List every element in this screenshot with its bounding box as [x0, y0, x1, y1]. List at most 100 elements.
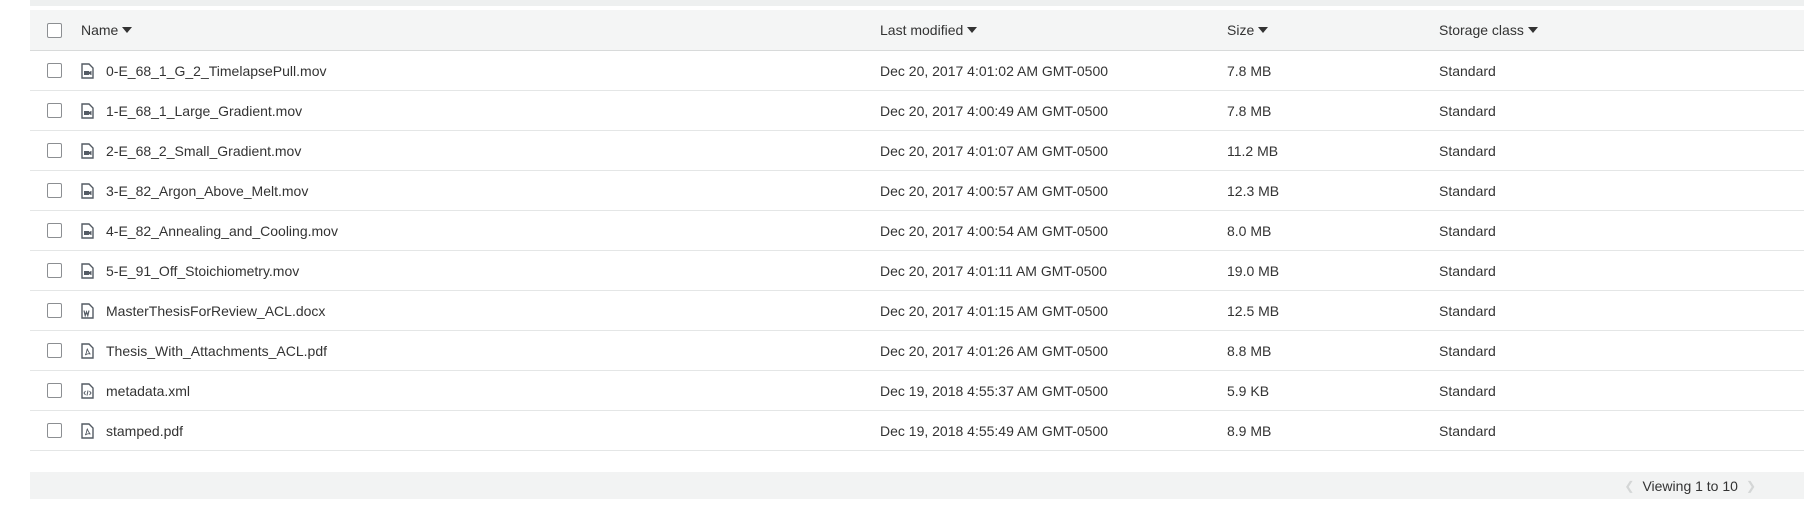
file-name-cell: 1-E_68_1_Large_Gradient.mov	[81, 91, 302, 130]
video-file-icon	[81, 182, 94, 199]
table-body: 0-E_68_1_G_2_TimelapsePull.mov Dec 20, 20…	[30, 51, 1804, 451]
row-select-cell	[47, 331, 62, 370]
table-row[interactable]: stamped.pdf Dec 19, 2018 4:55:49 AM GMT-0…	[30, 411, 1804, 451]
storage-class-cell: Standard	[1439, 262, 1496, 279]
file-name-link[interactable]: metadata.xml	[106, 383, 190, 399]
row-select-checkbox[interactable]	[47, 303, 62, 318]
row-select-checkbox[interactable]	[47, 263, 62, 278]
last-modified-cell: Dec 20, 2017 4:01:07 AM GMT-0500	[880, 142, 1109, 159]
row-select-checkbox[interactable]	[47, 143, 62, 158]
storage-class-cell: Standard	[1439, 142, 1496, 159]
storage-class-cell: Standard	[1439, 222, 1496, 239]
video-file-icon	[81, 102, 94, 119]
column-header-storage-class-sort[interactable]: Storage class	[1439, 22, 1538, 38]
column-header-name[interactable]: Name	[81, 10, 133, 50]
file-browser: Name Last modified Size Storage class 0-…	[0, 0, 1815, 524]
video-file-icon	[81, 222, 94, 239]
size-cell: 12.3 MB	[1227, 182, 1280, 199]
column-header-storage-class-label: Storage class	[1439, 22, 1524, 38]
table-row[interactable]: 2-E_68_2_Small_Gradient.mov Dec 20, 2017 …	[30, 131, 1804, 171]
size-cell: 8.8 MB	[1227, 342, 1272, 359]
last-modified-cell: Dec 20, 2017 4:00:57 AM GMT-0500	[880, 182, 1109, 199]
file-name-cell: 3-E_82_Argon_Above_Melt.mov	[81, 171, 308, 210]
word-file-icon	[81, 302, 94, 319]
file-name-cell: 5-E_91_Off_Stoichiometry.mov	[81, 251, 299, 290]
file-name-link[interactable]: 5-E_91_Off_Stoichiometry.mov	[106, 263, 299, 279]
table-row[interactable]: MasterThesisForReview_ACL.docx Dec 20, 20…	[30, 291, 1804, 331]
storage-class-cell: Standard	[1439, 382, 1496, 399]
file-name-cell: metadata.xml	[81, 371, 190, 410]
video-file-icon	[81, 262, 94, 279]
size-cell: 8.0 MB	[1227, 222, 1272, 239]
pagination: ❮ Viewing 1 to 10 ❯	[1616, 472, 1764, 499]
file-name-cell: stamped.pdf	[81, 411, 183, 450]
row-select-cell	[47, 131, 62, 170]
sort-caret-icon	[122, 27, 133, 33]
file-name-cell: 2-E_68_2_Small_Gradient.mov	[81, 131, 301, 170]
select-all-cell	[47, 10, 62, 50]
last-modified-cell: Dec 19, 2018 4:55:37 AM GMT-0500	[880, 382, 1109, 399]
file-name-link[interactable]: 0-E_68_1_G_2_TimelapsePull.mov	[106, 63, 327, 79]
last-modified-cell: Dec 19, 2018 4:55:49 AM GMT-0500	[880, 422, 1109, 439]
table-row[interactable]: 4-E_82_Annealing_and_Cooling.mov Dec 20, …	[30, 211, 1804, 251]
select-all-checkbox[interactable]	[47, 22, 62, 38]
column-header-name-label: Name	[81, 22, 119, 38]
table-row[interactable]: Thesis_With_Attachments_ACL.pdf Dec 20, 2…	[30, 331, 1804, 371]
row-select-cell	[47, 91, 62, 130]
file-name-link[interactable]: 3-E_82_Argon_Above_Melt.mov	[106, 183, 308, 199]
last-modified-cell: Dec 20, 2017 4:01:15 AM GMT-0500	[880, 302, 1109, 319]
storage-class-cell: Standard	[1439, 422, 1496, 439]
storage-class-cell: Standard	[1439, 62, 1496, 79]
row-select-checkbox[interactable]	[47, 223, 62, 238]
file-name-link[interactable]: stamped.pdf	[106, 423, 183, 439]
table-row[interactable]: 0-E_68_1_G_2_TimelapsePull.mov Dec 20, 20…	[30, 51, 1804, 91]
file-name-link[interactable]: Thesis_With_Attachments_ACL.pdf	[106, 343, 327, 359]
row-select-checkbox[interactable]	[47, 183, 62, 198]
storage-class-cell: Standard	[1439, 182, 1496, 199]
table-footer: ❮ Viewing 1 to 10 ❯	[30, 472, 1804, 499]
file-name-link[interactable]: 2-E_68_2_Small_Gradient.mov	[106, 143, 301, 159]
chevron-right-icon[interactable]: ❯	[1738, 479, 1764, 493]
table-row[interactable]: 5-E_91_Off_Stoichiometry.mov Dec 20, 2017…	[30, 251, 1804, 291]
row-select-cell	[47, 51, 62, 90]
size-cell: 19.0 MB	[1227, 262, 1280, 279]
files-table: Name Last modified Size Storage class 0-…	[30, 10, 1804, 451]
size-cell: 8.9 MB	[1227, 422, 1272, 439]
row-select-cell	[47, 411, 62, 450]
storage-class-cell: Standard	[1439, 102, 1496, 119]
row-select-checkbox[interactable]	[47, 383, 62, 398]
table-header: Name Last modified Size Storage class	[30, 10, 1804, 51]
column-header-size[interactable]: Size	[1227, 10, 1269, 50]
size-cell: 5.9 KB	[1227, 382, 1270, 399]
last-modified-cell: Dec 20, 2017 4:01:26 AM GMT-0500	[880, 342, 1109, 359]
last-modified-cell: Dec 20, 2017 4:01:11 AM GMT-0500	[880, 262, 1107, 279]
row-select-cell	[47, 211, 62, 250]
column-header-storage-class[interactable]: Storage class	[1439, 10, 1538, 50]
table-row[interactable]: 1-E_68_1_Large_Gradient.mov Dec 20, 2017 …	[30, 91, 1804, 131]
row-select-checkbox[interactable]	[47, 343, 62, 358]
column-header-size-sort[interactable]: Size	[1227, 22, 1269, 38]
row-select-checkbox[interactable]	[47, 103, 62, 118]
file-name-link[interactable]: 4-E_82_Annealing_and_Cooling.mov	[106, 223, 338, 239]
code-file-icon	[81, 382, 94, 399]
column-header-last-modified-label: Last modified	[880, 22, 964, 38]
row-select-checkbox[interactable]	[47, 63, 62, 78]
column-header-name-sort[interactable]: Name	[81, 22, 133, 38]
column-header-last-modified[interactable]: Last modified	[880, 10, 978, 50]
last-modified-cell: Dec 20, 2017 4:00:54 AM GMT-0500	[880, 222, 1109, 239]
file-name-link[interactable]: 1-E_68_1_Large_Gradient.mov	[106, 103, 302, 119]
size-cell: 7.8 MB	[1227, 102, 1272, 119]
chevron-left-icon[interactable]: ❮	[1616, 479, 1642, 493]
toolbar-strip	[30, 0, 1804, 6]
table-row[interactable]: 3-E_82_Argon_Above_Melt.mov Dec 20, 2017 …	[30, 171, 1804, 211]
table-row[interactable]: metadata.xml Dec 19, 2018 4:55:37 AM GMT-…	[30, 371, 1804, 411]
file-name-cell: 4-E_82_Annealing_and_Cooling.mov	[81, 211, 338, 250]
column-header-size-label: Size	[1227, 22, 1255, 38]
column-header-last-modified-sort[interactable]: Last modified	[880, 22, 978, 38]
sort-caret-icon	[1527, 27, 1538, 33]
row-select-checkbox[interactable]	[47, 423, 62, 438]
file-name-link[interactable]: MasterThesisForReview_ACL.docx	[106, 303, 325, 319]
sort-caret-icon	[1258, 27, 1269, 33]
size-cell: 7.8 MB	[1227, 62, 1272, 79]
pdf-file-icon	[81, 342, 94, 359]
